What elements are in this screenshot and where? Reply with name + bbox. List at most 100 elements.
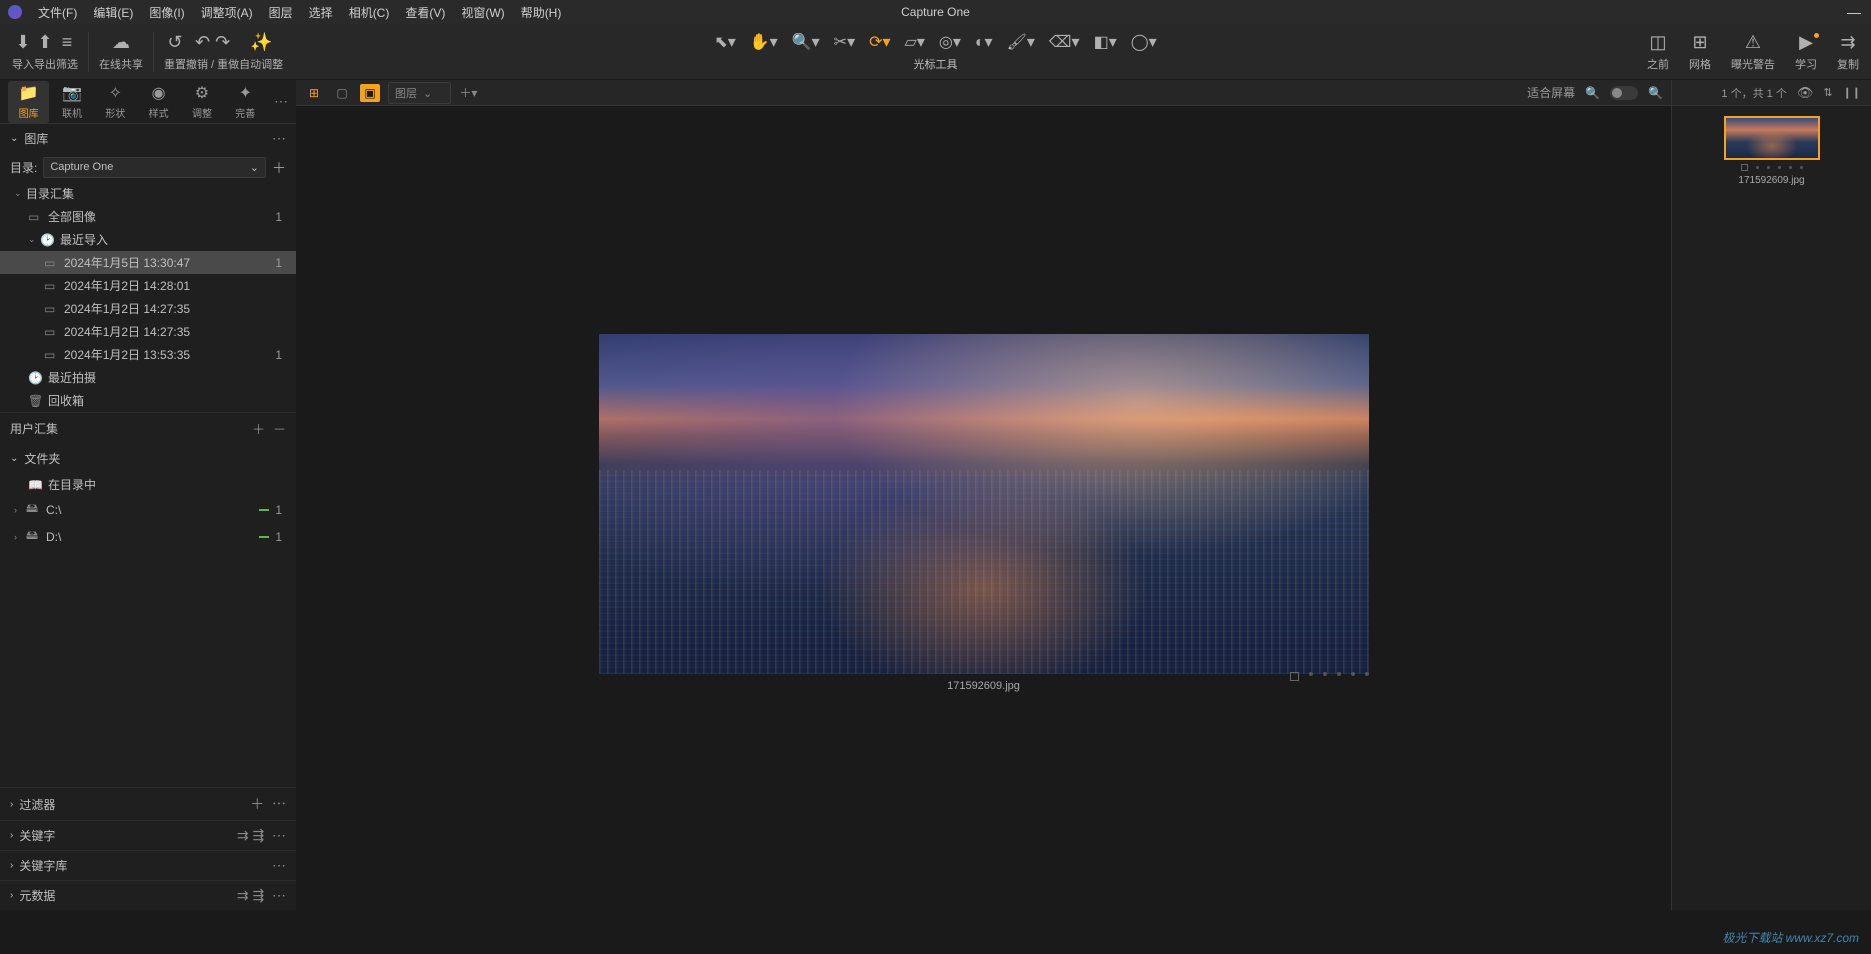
tree-import-item[interactable]: ▭ 2024年1月2日 14:27:35 (0, 297, 296, 320)
menu-camera[interactable]: 相机(C) (341, 4, 398, 21)
auto-adjust-button[interactable]: ✨ 自动调整 (239, 31, 283, 72)
menu-image[interactable]: 图像(I) (141, 4, 192, 21)
zoom-in-icon[interactable]: 🔍 (1648, 86, 1663, 100)
grid-button[interactable]: ⊞ 网格 (1689, 31, 1711, 72)
tab-library[interactable]: 📁 图库 (8, 81, 49, 123)
rating-star[interactable] (1789, 166, 1792, 169)
spot-tool-icon[interactable]: ◎▾ (939, 32, 961, 52)
rating-star[interactable] (1337, 672, 1341, 676)
rating-star[interactable] (1365, 672, 1369, 676)
tab-tether[interactable]: 📷 联机 (51, 81, 92, 123)
panel-more-icon[interactable]: ⋯ (272, 130, 286, 147)
thumbnail-rating[interactable] (1741, 164, 1803, 171)
zoom-slider[interactable] (1610, 86, 1638, 100)
exposure-warning-button[interactable]: ⚠ 曝光警告 (1731, 31, 1775, 72)
tree-import-item[interactable]: ▭ 2024年1月5日 13:30:47 1 (0, 251, 296, 274)
keystone-tool-icon[interactable]: ▱▾ (905, 32, 925, 52)
menu-layer[interactable]: 图层 (261, 4, 301, 21)
image-canvas[interactable]: 171592609.jpg (296, 106, 1671, 910)
brush-tool-icon[interactable]: 🖌▾ (1007, 32, 1035, 52)
layer-dropdown[interactable]: 图层 ⌄ (388, 82, 451, 104)
window-minimize-button[interactable]: — (1847, 4, 1861, 20)
view-single-button[interactable]: ▢ (332, 84, 352, 102)
hand-tool-icon[interactable]: ✋▾ (750, 32, 778, 52)
keyword-lib-panel-header[interactable]: › 关键字库 ⋯ (0, 850, 296, 880)
rating-star[interactable] (1351, 672, 1355, 676)
copy-button[interactable]: ⇉ 复制 (1837, 31, 1859, 72)
tree-import-item[interactable]: ▭ 2024年1月2日 13:53:35 1 (0, 343, 296, 366)
folders-panel-header[interactable]: ⌄ 文件夹 (0, 444, 296, 473)
filter-panel-header[interactable]: › 过滤器 ＋ ⋯ (0, 787, 296, 820)
remove-collection-button[interactable]: － (273, 419, 286, 438)
undo-redo-button[interactable]: ↶ ↷ 撤销 / 重做 (186, 31, 239, 72)
metadata-panel-header[interactable]: › 元数据 ⇉ ⇶ ⋯ (0, 880, 296, 910)
tabs-more-icon[interactable]: ⋯ (274, 93, 288, 110)
color-tag[interactable] (1741, 164, 1748, 171)
import-button[interactable]: ⬇ 导入 (12, 31, 34, 72)
add-collection-button[interactable]: ＋ (252, 419, 265, 438)
rating-star[interactable] (1767, 166, 1770, 169)
export-button[interactable]: ⬆ 导出 (34, 31, 56, 72)
menu-view[interactable]: 查看(V) (397, 4, 453, 21)
tree-import-item[interactable]: ▭ 2024年1月2日 14:27:35 (0, 320, 296, 343)
user-collection-label: 用户汇集 (10, 420, 58, 437)
tree-all-images[interactable]: ▭ 全部图像 1 (0, 205, 296, 228)
panel-more-icon[interactable]: ⋯ (272, 857, 286, 874)
menu-select[interactable]: 选择 (301, 4, 341, 21)
menu-edit[interactable]: 编辑(E) (85, 4, 141, 21)
view-grid-button[interactable]: ⊞ (304, 84, 324, 102)
filter-button[interactable]: ≡ 筛选 (56, 31, 78, 72)
reset-button[interactable]: ↺ 重置 (164, 31, 186, 72)
rating-star[interactable] (1756, 166, 1759, 169)
tree-recent-capture[interactable]: 🕑 最近拍摄 (0, 366, 296, 389)
add-layer-button[interactable]: ＋▾ (459, 84, 477, 101)
eraser-tool-icon[interactable]: ⌫▾ (1049, 32, 1080, 52)
library-panel-header[interactable]: ⌄ 图库 ⋯ (0, 124, 296, 153)
panel-actions[interactable]: ＋ ⋯ (250, 794, 286, 814)
tree-in-catalog[interactable]: 📖 在目录中 (0, 473, 296, 496)
thumbnail-image[interactable] (1724, 116, 1820, 160)
rating-star[interactable] (1778, 166, 1781, 169)
tab-refine[interactable]: ✦ 完善 (225, 81, 266, 123)
tree-trash[interactable]: 🗑 回收箱 (0, 389, 296, 412)
keywords-panel-header[interactable]: › 关键字 ⇉ ⇶ ⋯ (0, 820, 296, 850)
view-filmstrip-button[interactable]: ▣ (360, 84, 380, 102)
zoom-tool-icon[interactable]: 🔍▾ (792, 32, 820, 52)
tab-adjust[interactable]: ⚙ 调整 (181, 81, 222, 123)
menu-adjustments[interactable]: 调整项(A) (193, 4, 261, 21)
pointer-tool-icon[interactable]: ⬉▾ (714, 32, 735, 52)
mask-tool-icon[interactable]: ◐▾ (975, 32, 993, 52)
crop-tool-icon[interactable]: ✂▾ (834, 32, 855, 52)
panel-actions[interactable]: ⇉ ⇶ ⋯ (237, 827, 286, 844)
tab-shape[interactable]: ✧ 形状 (95, 81, 136, 123)
pause-icon[interactable]: ❙❙ (1843, 86, 1861, 99)
share-button[interactable]: ☁ 在线共享 (99, 31, 143, 72)
catalog-dropdown[interactable]: Capture One ⌄ (43, 157, 266, 178)
tree-drive-d[interactable]: › 🖴 D:\ 1 (0, 523, 296, 550)
rating-star[interactable] (1800, 166, 1803, 169)
tree-drive-c[interactable]: › 🖴 C:\ 1 (0, 496, 296, 523)
learn-button[interactable]: ▶ 学习 (1795, 31, 1817, 72)
panel-actions[interactable]: ⇉ ⇶ ⋯ (237, 887, 286, 904)
menu-help[interactable]: 帮助(H) (513, 4, 570, 21)
visibility-icon[interactable]: 👁 (1797, 85, 1814, 101)
chevron-down-icon: ⌄ (10, 133, 18, 144)
user-collection-header[interactable]: 用户汇集 ＋ － (0, 412, 296, 444)
rating-star[interactable] (1309, 672, 1313, 676)
sort-icon[interactable]: ⇅ (1823, 86, 1832, 99)
zoom-out-icon[interactable]: 🔍 (1585, 86, 1600, 100)
gradient-tool-icon[interactable]: ◧▾ (1094, 32, 1117, 52)
tab-style[interactable]: ◉ 样式 (138, 81, 179, 123)
color-tag[interactable] (1290, 672, 1299, 681)
rating-star[interactable] (1323, 672, 1327, 676)
rotate-tool-icon[interactable]: ⟳▾ (869, 32, 890, 52)
menu-window[interactable]: 视窗(W) (453, 4, 512, 21)
radial-tool-icon[interactable]: ◯▾ (1131, 32, 1157, 52)
menu-file[interactable]: 文件(F) (30, 4, 85, 21)
fit-screen-label[interactable]: 适合屏幕 (1527, 84, 1575, 101)
add-catalog-button[interactable]: ＋ (272, 158, 286, 178)
before-after-button[interactable]: ◫ 之前 (1647, 31, 1669, 72)
tree-import-item[interactable]: ▭ 2024年1月2日 14:28:01 (0, 274, 296, 297)
tree-catalog-summary[interactable]: ⌄ 目录汇集 (0, 182, 296, 205)
tree-recent-import[interactable]: ⌄ 🕑 最近导入 (0, 228, 296, 251)
